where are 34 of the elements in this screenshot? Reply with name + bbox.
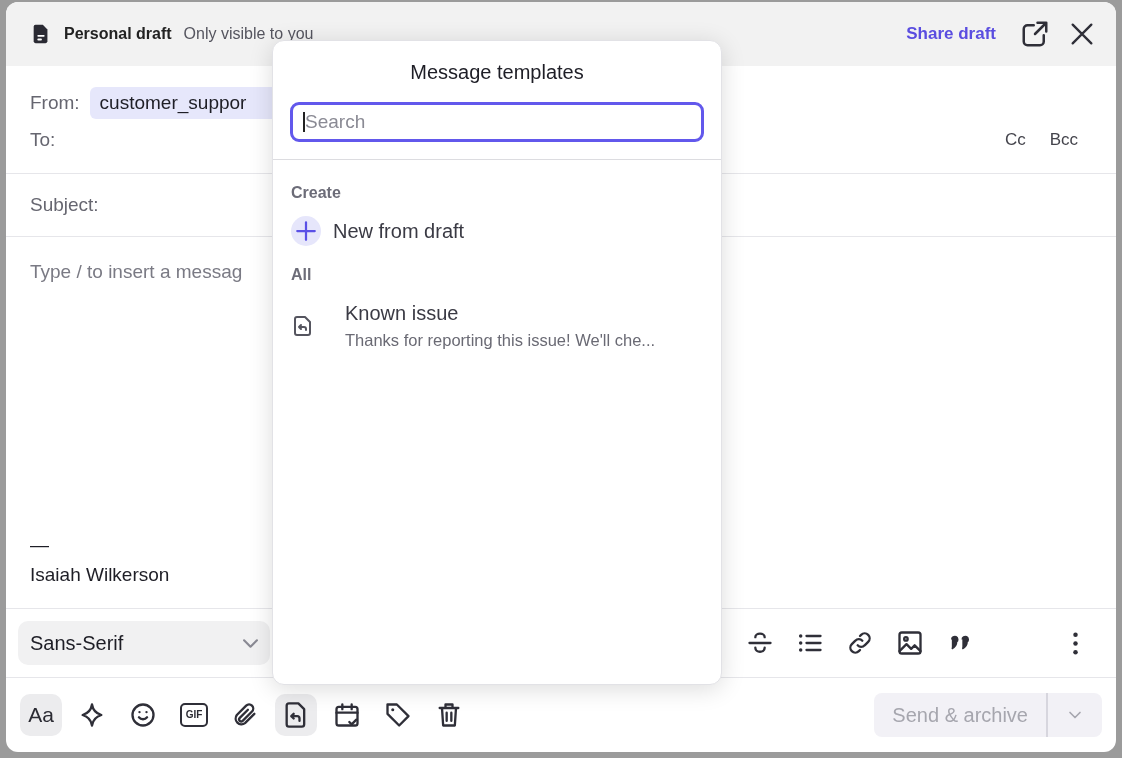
templates-button[interactable] [275,694,317,736]
draft-title: Personal draft [64,25,172,43]
gif-icon: GIF [179,703,209,727]
tag-icon [384,701,412,729]
text-format-button[interactable]: Aa [20,694,62,736]
gif-button[interactable]: GIF [173,694,215,736]
popup-title: Message templates [409,61,585,84]
template-preview: Thanks for reporting this issue! We'll che... [345,331,656,350]
calendar-check-icon [333,701,361,729]
template-title: Known issue [345,302,460,325]
subject-label: Subject: [30,194,99,216]
smiley-icon [129,701,157,729]
image-icon [896,629,924,657]
external-link-icon [1020,19,1050,49]
cc-button[interactable]: Cc [1004,130,1026,150]
text-caret [303,112,305,132]
more-vertical-icon [1072,631,1078,655]
new-template-item[interactable]: New from draft [291,216,703,246]
signature-name: Isaiah Wilkerson [30,563,171,587]
search-field[interactable]: Search [290,102,704,142]
bcc-button[interactable]: Bcc [1049,130,1078,150]
section-heading: Create [291,184,342,202]
message-input[interactable]: Type / to insert a messag [30,261,243,283]
template-item[interactable]: Known issue Thanks for reporting this issue! We'll che... [291,302,703,350]
section-heading: All [291,266,313,284]
pop-out-button[interactable] [1020,19,1050,49]
chevron-down-icon [243,638,258,648]
signature-dash: — [30,533,50,557]
from-label: From: [30,92,80,114]
link-icon [846,629,874,657]
plus-icon [291,216,321,246]
font-dropdown[interactable]: Sans-Serif [18,621,270,665]
to-label: To: [30,129,56,151]
share-draft-link[interactable]: Share draft [906,24,996,44]
